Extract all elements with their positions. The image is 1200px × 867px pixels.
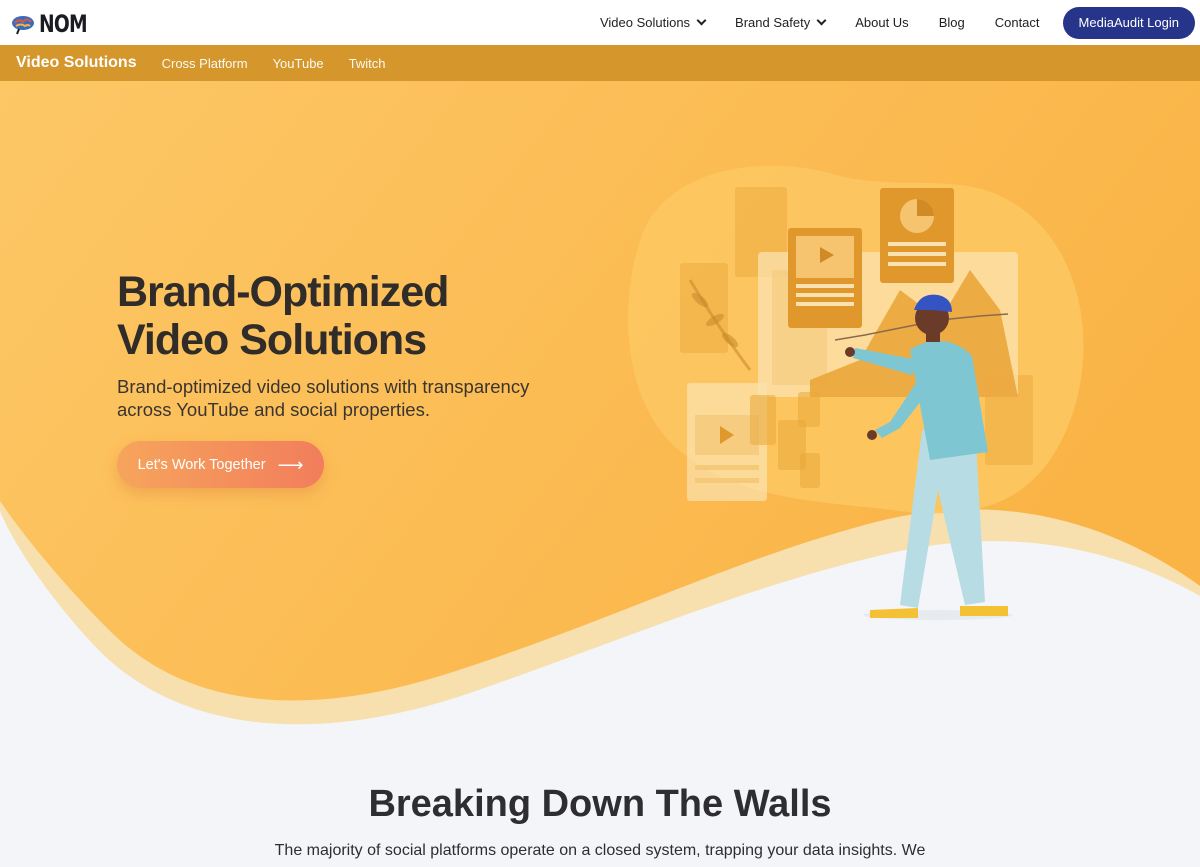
subnav-title[interactable]: Video Solutions bbox=[16, 54, 137, 72]
mediaaudit-login-button[interactable]: MediaAudit Login bbox=[1062, 6, 1195, 39]
subnav-item-twitch[interactable]: Twitch bbox=[349, 56, 386, 71]
section-text: The majority of social platforms operate… bbox=[274, 842, 926, 859]
nav-label: Blog bbox=[938, 15, 965, 30]
hero-title-line1: Brand-Optimized bbox=[117, 268, 449, 316]
top-navbar: NOM Video Solutions Brand Safety About U… bbox=[0, 0, 1200, 45]
hero-subtitle: Brand-optimized video solutions with tra… bbox=[117, 376, 530, 420]
main-nav: Video Solutions Brand Safety About Us Bl… bbox=[585, 0, 1200, 45]
lets-work-together-button[interactable]: Let's Work Together ⟶ bbox=[117, 441, 324, 488]
nav-brand-safety[interactable]: Brand Safety bbox=[720, 15, 840, 30]
subnav-item-cross-platform[interactable]: Cross Platform bbox=[162, 56, 248, 71]
hero-illustration bbox=[680, 187, 1033, 620]
nav-about-us[interactable]: About Us bbox=[840, 15, 923, 30]
brain-icon bbox=[12, 16, 34, 35]
cta-label: Let's Work Together bbox=[137, 456, 266, 473]
nav-label: Brand Safety bbox=[735, 15, 811, 30]
nav-label: About Us bbox=[855, 15, 909, 30]
nav-contact[interactable]: Contact bbox=[980, 15, 1055, 30]
section-title: Breaking Down The Walls bbox=[368, 783, 832, 825]
hero-title: Brand-Optimized Video Solutions bbox=[117, 268, 449, 364]
nav-label: Video Solutions bbox=[599, 15, 691, 30]
subnav-item-youtube[interactable]: YouTube bbox=[273, 56, 324, 71]
logo[interactable]: NOM bbox=[10, 10, 100, 38]
arrow-right-icon: ⟶ bbox=[277, 454, 304, 475]
nav-label: Contact bbox=[994, 15, 1040, 30]
chevron-down-icon bbox=[816, 15, 827, 26]
sub-navbar: Video Solutions Cross Platform YouTube T… bbox=[0, 45, 1200, 81]
chevron-down-icon bbox=[696, 15, 707, 26]
nav-video-solutions[interactable]: Video Solutions bbox=[585, 15, 720, 30]
nav-blog[interactable]: Blog bbox=[924, 15, 980, 30]
hero-title-line2: Video Solutions bbox=[117, 316, 427, 364]
logo-text: NOM bbox=[39, 10, 88, 38]
